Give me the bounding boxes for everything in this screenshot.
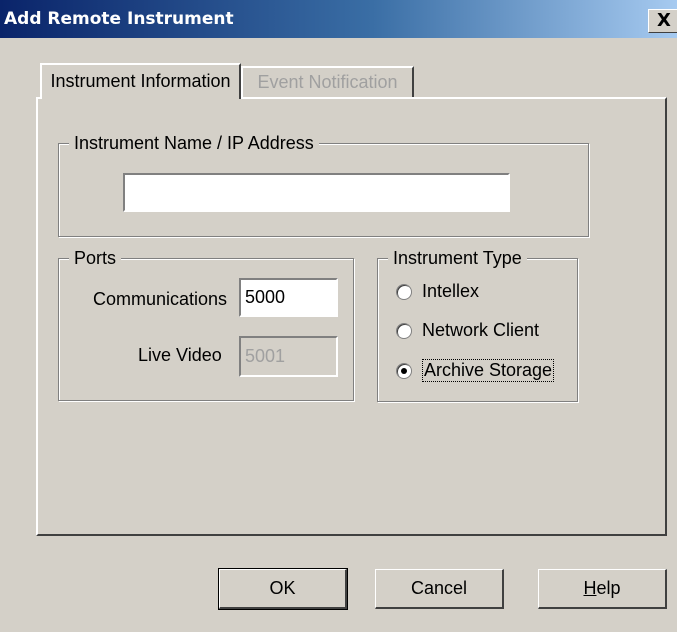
communications-label: Communications (93, 289, 228, 309)
help-mnemonic: H (583, 578, 597, 598)
radio-label: Archive Storage (422, 359, 555, 382)
instrument-name-input[interactable] (123, 173, 510, 212)
tab-label: Event Notification (257, 72, 398, 92)
window-title: Add Remote Instrument (4, 9, 234, 29)
help-label-rest: elp (596, 578, 621, 598)
radio-archive-storage[interactable]: Archive Storage (396, 359, 555, 382)
cancel-button[interactable]: Cancel (375, 569, 504, 609)
radio-network-client[interactable]: Network Client (396, 320, 539, 341)
help-button-label: Help (583, 578, 620, 599)
tab-event-notification[interactable]: Event Notification (241, 66, 414, 97)
close-icon: X (657, 10, 671, 31)
radio-label: Intellex (422, 281, 480, 301)
ok-button-label: OK (269, 578, 296, 598)
radio-button-icon (396, 283, 412, 300)
radio-intellex[interactable]: Intellex (396, 281, 479, 302)
live-video-port-input (239, 336, 338, 377)
tab-instrument-information[interactable]: Instrument Information (40, 63, 241, 99)
communications-port-input[interactable] (239, 278, 338, 317)
tab-label: Instrument Information (50, 70, 231, 91)
radio-button-checked-icon (396, 362, 412, 379)
cancel-button-label: Cancel (410, 578, 468, 598)
radio-button-icon (396, 322, 412, 339)
ports-group-label: Ports (69, 248, 122, 268)
radio-label: Network Client (422, 320, 540, 340)
instrument-name-group-label: Instrument Name / IP Address (69, 133, 319, 153)
instrument-type-group-label: Instrument Type (388, 248, 527, 268)
title-bar: Add Remote Instrument X (0, 0, 677, 38)
ok-button[interactable]: OK (218, 568, 348, 610)
close-button[interactable]: X (648, 9, 677, 33)
help-button[interactable]: Help (538, 569, 667, 609)
live-video-label: Live Video (138, 345, 222, 365)
